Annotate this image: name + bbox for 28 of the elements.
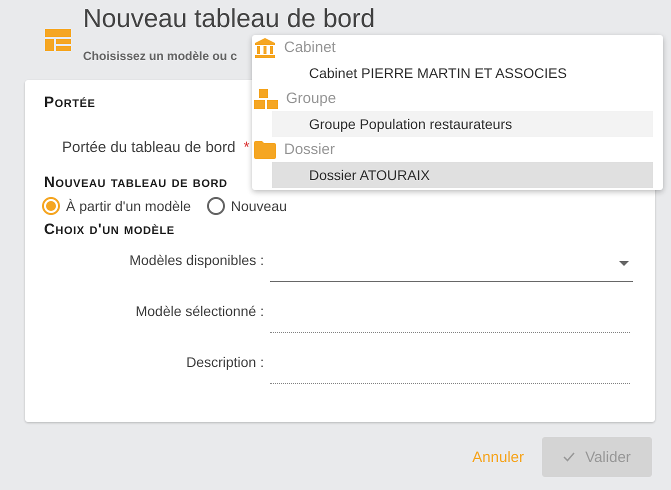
folder-icon	[254, 140, 276, 158]
page-subtitle: Choisissez un modèle ou c	[83, 49, 238, 63]
dropdown-caret-icon	[619, 261, 629, 266]
section-title: Portée	[44, 94, 96, 111]
group-label: Cabinet	[284, 39, 336, 56]
menu-option[interactable]: Cabinet PIERRE MARTIN ET ASSOCIES	[272, 60, 653, 86]
section-title: Choix d'un modèle	[44, 221, 175, 238]
dashboard-icon	[45, 29, 71, 51]
field-label: Description :	[185, 354, 264, 372]
radio-button[interactable]	[42, 197, 60, 215]
radio-label: À partir d'un modèle	[66, 198, 191, 214]
field-label: Portée du tableau de bord	[62, 139, 236, 156]
menu-option[interactable]: Groupe Population restaurateurs	[272, 111, 653, 137]
required-mark: *	[244, 139, 250, 156]
field-label: Modèles disponibles :	[128, 252, 264, 270]
bank-icon	[254, 36, 276, 58]
radio-label: Nouveau	[230, 198, 287, 214]
group-label: Groupe	[286, 90, 336, 107]
check-icon	[563, 452, 576, 462]
field-label: Modèle sélectionné :	[134, 303, 264, 321]
boxes-icon	[254, 88, 278, 108]
section-title: Nouveau tableau de bord	[44, 174, 228, 191]
group-label: Dossier	[284, 141, 335, 158]
page-title: Nouveau tableau de bord	[83, 3, 376, 33]
menu-option[interactable]: Dossier ATOURAIX	[272, 162, 653, 188]
radio-option[interactable]: Nouveau	[206, 197, 287, 215]
radio-option[interactable]: À partir d'un modèle	[42, 197, 191, 215]
radio-button[interactable]	[206, 197, 225, 215]
